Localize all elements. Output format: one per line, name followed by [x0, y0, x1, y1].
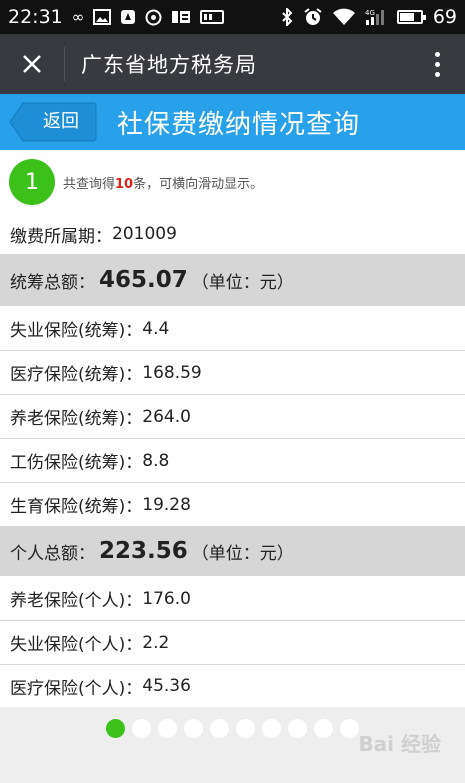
- more-dot-icon: [434, 71, 440, 77]
- period-row: 缴费所属期： 201009: [0, 214, 465, 254]
- more-dot-icon: [434, 51, 440, 57]
- item-label: 工伤保险(统筹)：: [10, 453, 143, 473]
- pager-dot[interactable]: [158, 719, 177, 738]
- item-label: 医疗保险(统筹)：: [10, 365, 143, 385]
- close-button[interactable]: [0, 34, 64, 94]
- pager-dot[interactable]: [106, 719, 125, 738]
- pager-dot[interactable]: [236, 719, 255, 738]
- result-text: 共查询得10条，可横向滑动显示。: [63, 173, 263, 192]
- back-label: 返回: [43, 111, 79, 132]
- bluetooth-icon: [281, 8, 293, 26]
- pager-dot[interactable]: [184, 719, 203, 738]
- item-value: 45.36: [142, 676, 191, 696]
- title-divider: [64, 47, 65, 81]
- result-count: 10: [115, 176, 134, 192]
- page-title: 社保费缴纳情况查询: [117, 109, 361, 140]
- alarm-icon: [303, 7, 323, 27]
- status-time: 22:31: [8, 6, 63, 28]
- back-button[interactable]: 返回: [9, 102, 97, 142]
- list-item: 失业保险(个人)： 2.2: [0, 621, 465, 665]
- close-icon: [23, 55, 41, 73]
- list-item: 失业保险(统筹)： 4.4: [0, 307, 465, 351]
- refresh-icon: [145, 9, 162, 26]
- list-item: 医疗保险(统筹)： 168.59: [0, 351, 465, 395]
- item-label: 养老保险(统筹)：: [10, 409, 143, 429]
- more-menu-button[interactable]: [409, 34, 465, 94]
- pooled-total-row: 统筹总额： 465.07 （单位：元）: [0, 254, 465, 306]
- item-value: 19.28: [142, 494, 191, 515]
- pager-dot[interactable]: [314, 719, 333, 738]
- personal-total-value: 223.56: [99, 538, 188, 564]
- pager-dot[interactable]: [210, 719, 229, 738]
- list-item: 养老保险(统筹)： 264.0: [0, 395, 465, 439]
- pager-dot[interactable]: [132, 719, 151, 738]
- list-item: 生育保险(统筹)： 19.28: [0, 483, 465, 526]
- image-icon: [93, 9, 112, 25]
- infinity-icon: ∞: [71, 8, 85, 26]
- page-number-badge: 1: [9, 159, 55, 205]
- list-item: 工伤保险(统筹)： 8.8: [0, 439, 465, 483]
- item-value: 8.8: [142, 450, 170, 471]
- taobao-icon: [171, 9, 191, 25]
- watermark: Bai 经验: [358, 732, 441, 756]
- period-value: 201009: [112, 224, 177, 244]
- more-dot-icon: [434, 61, 440, 67]
- pager-dot[interactable]: [340, 719, 359, 738]
- pooled-total-unit: （单位：元）: [191, 272, 294, 293]
- status-bar: 22:31 ∞ 4G 69: [0, 0, 465, 34]
- result-prefix: 共查询得: [63, 176, 116, 192]
- item-label: 生育保险(统筹)：: [10, 497, 143, 517]
- sd-card-icon: [200, 10, 225, 24]
- app-icon: [120, 9, 136, 25]
- personal-total-row: 个人总额： 223.56 （单位：元）: [0, 526, 465, 576]
- item-value: 264.0: [142, 406, 191, 427]
- item-label: 养老保险(个人)：: [10, 591, 143, 611]
- item-value: 4.4: [142, 318, 170, 339]
- page-header: 返回 社保费缴纳情况查询: [0, 94, 465, 150]
- list-item: 养老保险(个人)： 176.0: [0, 577, 465, 621]
- wifi-icon: [332, 8, 355, 26]
- item-label: 医疗保险(个人)：: [10, 678, 143, 699]
- list-item: 医疗保险(个人)： 45.36: [0, 665, 465, 707]
- item-label: 失业保险(个人)：: [10, 635, 143, 655]
- period-label: 缴费所属期：: [10, 226, 112, 247]
- item-value: 176.0: [142, 588, 191, 609]
- battery-level: 69: [432, 6, 457, 28]
- result-summary: 1 共查询得10条，可横向滑动显示。: [0, 150, 465, 214]
- item-value: 168.59: [142, 362, 202, 383]
- item-value: 2.2: [142, 632, 170, 653]
- battery-icon: [396, 10, 426, 24]
- pooled-total-value: 465.07: [99, 267, 188, 293]
- personal-total-unit: （单位：元）: [191, 543, 294, 564]
- signal-4g-icon: 4G: [365, 8, 387, 26]
- pager-dot[interactable]: [262, 719, 281, 738]
- pooled-total-label: 统筹总额：: [10, 272, 95, 293]
- personal-total-label: 个人总额：: [10, 543, 95, 564]
- pager-dot[interactable]: [288, 719, 307, 738]
- window-title: 广东省地方税务局: [81, 53, 257, 77]
- item-label: 失业保险(统筹)：: [10, 321, 143, 341]
- svg-text:4G: 4G: [365, 9, 375, 17]
- result-suffix: 条，可横向滑动显示。: [133, 176, 264, 192]
- title-bar: 广东省地方税务局: [0, 34, 465, 94]
